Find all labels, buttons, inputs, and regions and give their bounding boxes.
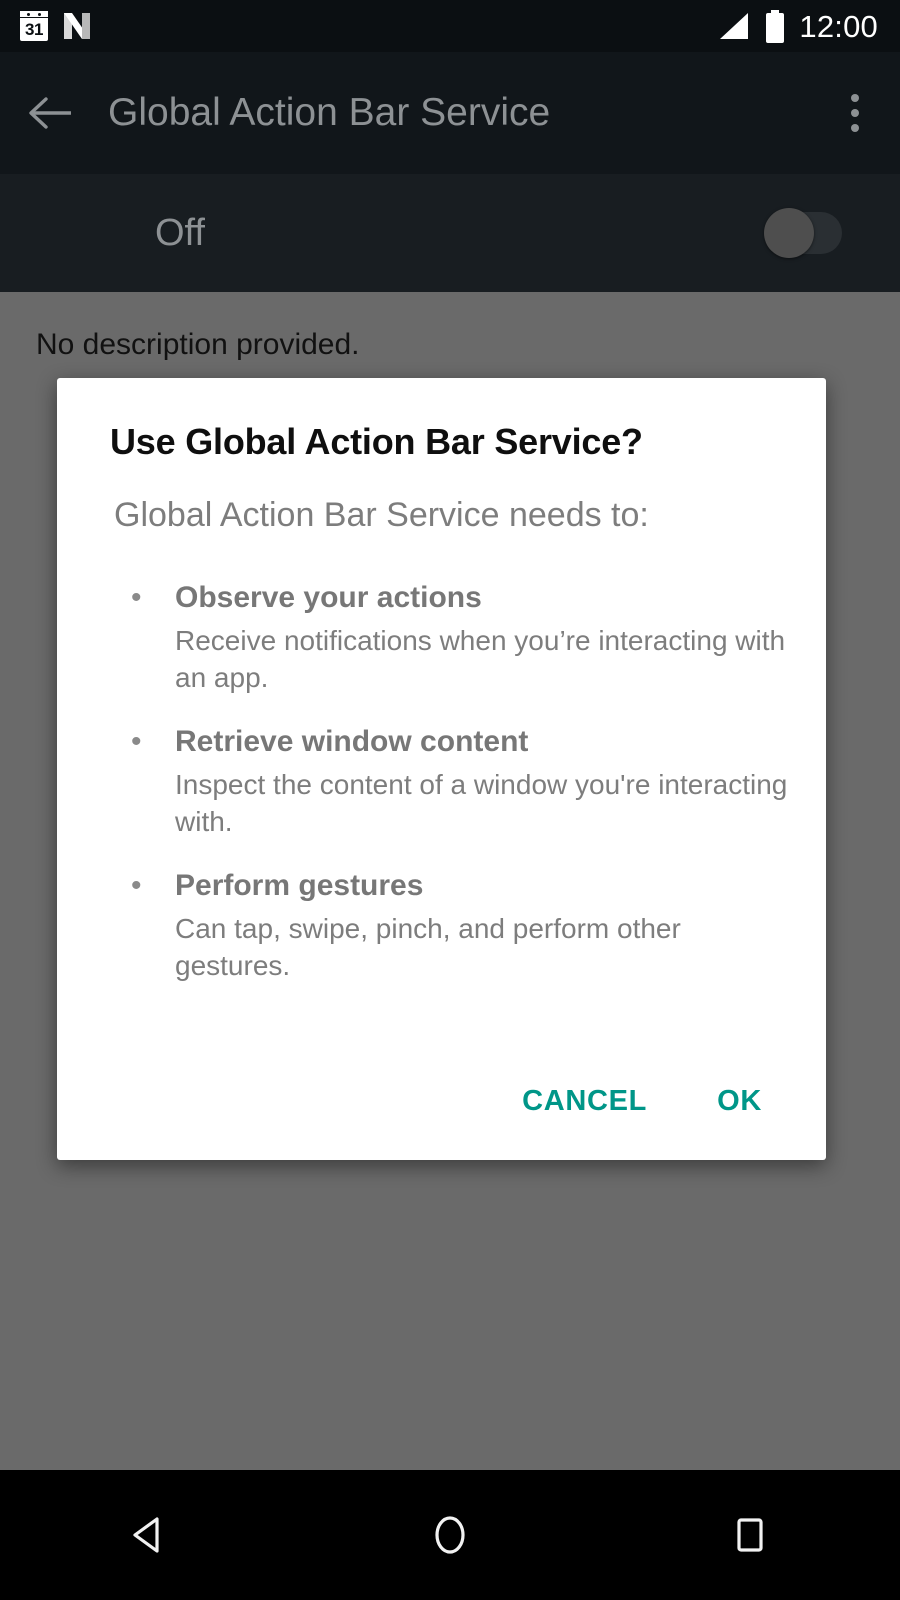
battery-icon — [766, 9, 785, 43]
navigation-bar — [0, 1470, 900, 1600]
service-toggle-label: Off — [155, 211, 205, 254]
service-toggle-row[interactable]: Off — [0, 174, 900, 292]
permission-list: • Observe your actions Receive notificat… — [57, 576, 826, 1008]
list-item: • Retrieve window content Inspect the co… — [57, 720, 826, 840]
list-item: • Perform gestures Can tap, swipe, pinch… — [57, 864, 826, 984]
signal-icon — [720, 13, 749, 39]
bullet-icon: • — [131, 869, 142, 902]
nav-recents-icon[interactable] — [675, 1470, 825, 1600]
android-screen: 31 12:00 Global Action Bar Service Off N… — [0, 0, 900, 1600]
bullet-icon: • — [131, 725, 142, 758]
dialog-title: Use Global Action Bar Service? — [110, 421, 643, 462]
calendar-icon: 31 — [20, 11, 48, 41]
status-bar-clock: 12:00 — [799, 8, 878, 44]
status-bar-right: 12:00 — [717, 8, 878, 44]
service-toggle-switch[interactable] — [764, 208, 842, 258]
permission-title: Observe your actions — [175, 581, 482, 614]
permission-description: Can tap, swipe, pinch, and perform other… — [175, 913, 681, 981]
nav-back-icon[interactable] — [75, 1470, 225, 1600]
list-item: • Observe your actions Receive notificat… — [57, 576, 826, 696]
status-bar-left: 31 — [20, 10, 717, 42]
permission-title: Retrieve window content — [175, 725, 529, 758]
app-bar: Global Action Bar Service — [0, 52, 900, 174]
bullet-icon: • — [131, 581, 142, 614]
cancel-button[interactable]: CANCEL — [496, 1071, 673, 1132]
status-bar: 31 12:00 — [0, 0, 900, 52]
switch-thumb — [764, 208, 814, 258]
android-n-icon — [64, 13, 90, 39]
service-description: No description provided. — [36, 328, 360, 361]
dialog-action-row: CANCEL OK — [57, 1042, 826, 1160]
dialog-subtitle: Global Action Bar Service needs to: — [114, 496, 649, 534]
overflow-menu-icon[interactable] — [810, 52, 900, 174]
nav-home-icon[interactable] — [375, 1470, 525, 1600]
back-arrow-icon[interactable] — [0, 52, 100, 174]
page-title: Global Action Bar Service — [108, 91, 551, 134]
calendar-icon-day: 31 — [25, 20, 43, 39]
permission-description: Inspect the content of a window you're i… — [175, 769, 788, 837]
permission-description: Receive notifications when you’re intera… — [175, 625, 786, 693]
permission-title: Perform gestures — [175, 869, 424, 902]
ok-button[interactable]: OK — [691, 1071, 788, 1132]
permission-dialog: Use Global Action Bar Service? Global Ac… — [57, 378, 826, 1160]
